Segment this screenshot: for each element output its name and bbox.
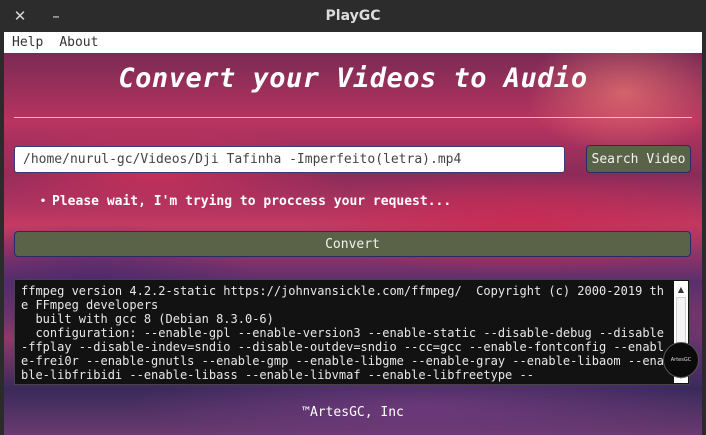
logo-badge: ArtesGC bbox=[663, 342, 699, 378]
search-video-button[interactable]: Search Video bbox=[586, 145, 691, 173]
page-title: Convert your Videos to Audio bbox=[118, 63, 588, 94]
divider bbox=[14, 117, 692, 118]
video-path-input[interactable] bbox=[14, 146, 565, 173]
window-title: PlayGC bbox=[325, 8, 381, 24]
menu-bar: Help About bbox=[4, 32, 702, 53]
log-output[interactable]: ffmpeg version 4.2.2-static https://john… bbox=[14, 279, 690, 385]
menu-item-help[interactable]: Help bbox=[12, 35, 43, 50]
status-bullet-icon: • bbox=[40, 195, 47, 207]
menu-item-about[interactable]: About bbox=[59, 35, 98, 50]
window-titlebar: ✕ – PlayGC bbox=[0, 0, 706, 32]
log-text: ffmpeg version 4.2.2-static https://john… bbox=[21, 284, 664, 382]
scroll-up-icon[interactable]: ▲ bbox=[674, 283, 688, 295]
minimize-icon[interactable]: – bbox=[45, 5, 67, 27]
convert-button[interactable]: Convert bbox=[14, 231, 691, 257]
status-text: Please wait, I'm trying to proccess your… bbox=[52, 193, 452, 209]
close-icon[interactable]: ✕ bbox=[9, 5, 31, 27]
footer-copyright: ™ArtesGC, Inc bbox=[302, 405, 404, 420]
main-content: Convert your Videos to Audio Search Vide… bbox=[4, 53, 702, 435]
status-message: • Please wait, I'm trying to proccess yo… bbox=[40, 192, 451, 210]
